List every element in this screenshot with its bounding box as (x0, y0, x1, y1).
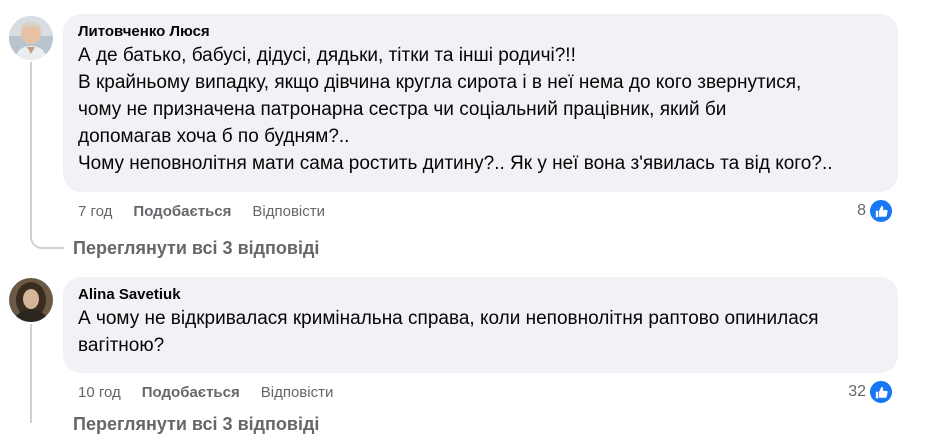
comment-author[interactable]: Alina Savetiuk (78, 285, 884, 305)
avatar[interactable] (9, 16, 53, 60)
comment-actions: 10 год Подобається Відповісти (78, 383, 333, 403)
like-icon (868, 379, 894, 405)
reaction-count: 8 (857, 202, 866, 219)
thread-elbow (30, 205, 64, 249)
comment-text-line: Чому неповнолітня мати сама ростить дити… (78, 153, 833, 174)
comment-text-line: вагітною? (78, 335, 165, 356)
like-button[interactable]: Подобається (142, 383, 240, 403)
comment-text: А де батько, бабусі, дідусі, дядьки, тіт… (78, 42, 884, 177)
thread-line (30, 62, 32, 212)
avatar[interactable] (9, 278, 53, 322)
reply-button[interactable]: Відповісти (261, 383, 334, 403)
view-replies-link[interactable]: Переглянути всі 3 відповіді (73, 238, 319, 259)
comment-text-line: чому не призначена патронарна сестра чи … (78, 99, 727, 120)
comment-bubble: Alina Savetiuk А чому не відкривалася кр… (63, 277, 898, 373)
comment-text-line: допомагав хоча б по будням?.. (78, 126, 350, 147)
thread-line (30, 324, 32, 423)
comment-text: А чому не відкривалася кримінальна справ… (78, 305, 884, 359)
reaction-summary[interactable]: 32 (848, 379, 894, 405)
reply-button[interactable]: Відповісти (252, 202, 325, 222)
comment-bubble: Литовченко Люся А де батько, бабусі, дід… (63, 14, 898, 192)
view-replies-link[interactable]: Переглянути всі 3 відповіді (73, 414, 319, 435)
comment-timestamp[interactable]: 7 год (78, 202, 112, 222)
comment-actions: 7 год Подобається Відповісти (78, 202, 325, 222)
comment-text-line: А чому не відкривалася кримінальна справ… (78, 308, 819, 329)
comment-text-line: В крайньому випадку, якщо дівчина кругла… (78, 72, 802, 93)
comment-timestamp[interactable]: 10 год (78, 383, 121, 403)
like-button[interactable]: Подобається (133, 202, 231, 222)
like-icon (868, 198, 894, 224)
comment-text-line: А де батько, бабусі, дідусі, дядьки, тіт… (78, 45, 576, 66)
reaction-summary[interactable]: 8 (857, 198, 894, 224)
reaction-count: 32 (848, 383, 866, 400)
comment-author[interactable]: Литовченко Люся (78, 22, 884, 42)
